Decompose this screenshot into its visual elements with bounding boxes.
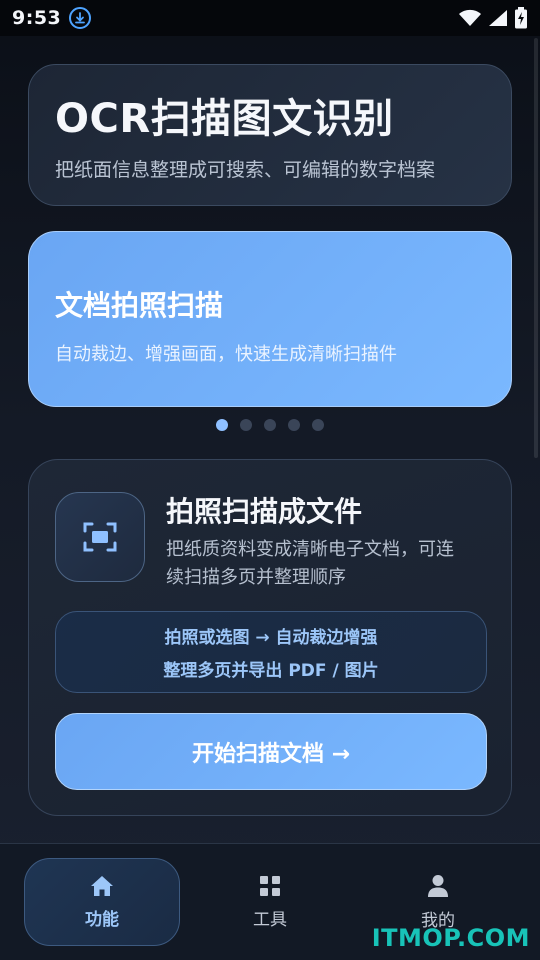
banner-title: 文档拍照扫描 — [55, 289, 224, 322]
steps-line-2: 整理多页并导出 PDF / 图片 — [163, 661, 379, 681]
download-icon — [69, 7, 92, 29]
carousel-indicator — [0, 419, 540, 431]
scan-frame-icon — [83, 522, 117, 552]
carousel-dot-3[interactable] — [264, 419, 276, 431]
wifi-icon — [459, 9, 481, 26]
person-icon — [428, 874, 448, 897]
grid-icon — [260, 875, 280, 896]
carousel-dot-4[interactable] — [288, 419, 300, 431]
steps-line-1: 拍照或选图 → 自动裁边增强 — [164, 628, 378, 648]
hero-card: OCR扫描图文识别 把纸面信息整理成可搜索、可编辑的数字档案 — [28, 64, 512, 206]
feature-desc-line-2: 续扫描多页并整理顺序 — [166, 567, 346, 588]
nav-label-features: 功能 — [85, 909, 119, 930]
feature-icon-box — [55, 492, 145, 582]
nav-item-features[interactable]: 功能 — [24, 858, 180, 946]
status-bar: 9:53 — [0, 0, 540, 36]
feature-card: 拍照扫描成文件 把纸质资料变成清晰电子文档，可连 续扫描多页并整理顺序 拍照或选… — [28, 459, 512, 816]
watermark: ITMOP.COM — [371, 924, 530, 952]
nav-item-tools[interactable]: 工具 — [192, 858, 348, 946]
feature-title: 拍照扫描成文件 — [166, 495, 363, 528]
status-time: 9:53 — [12, 7, 62, 29]
battery-charging-icon — [515, 7, 527, 29]
feature-desc-line-1: 把纸质资料变成清晰电子文档，可连 — [166, 539, 454, 560]
carousel-dot-5[interactable] — [312, 419, 324, 431]
hero-title: OCR扫描图文识别 — [55, 96, 394, 142]
nav-label-tools: 工具 — [253, 909, 287, 930]
signal-icon — [489, 10, 507, 26]
carousel-dot-1[interactable] — [216, 419, 228, 431]
feature-description: 把纸质资料变成清晰电子文档，可连 续扫描多页并整理顺序 — [166, 536, 496, 592]
banner-card[interactable]: 文档拍照扫描 自动裁边、增强画面，快速生成清晰扫描件 — [28, 231, 512, 407]
status-icons — [458, 7, 528, 29]
home-icon — [91, 875, 113, 896]
scrollbar[interactable] — [534, 38, 538, 458]
hero-subtitle: 把纸面信息整理成可搜索、可编辑的数字档案 — [55, 159, 436, 181]
carousel-dot-2[interactable] — [240, 419, 252, 431]
steps-box: 拍照或选图 → 自动裁边增强 整理多页并导出 PDF / 图片 — [55, 611, 487, 693]
start-scan-button[interactable]: 开始扫描文档 → — [55, 713, 487, 790]
banner-subtitle: 自动裁边、增强画面，快速生成清晰扫描件 — [55, 344, 397, 365]
